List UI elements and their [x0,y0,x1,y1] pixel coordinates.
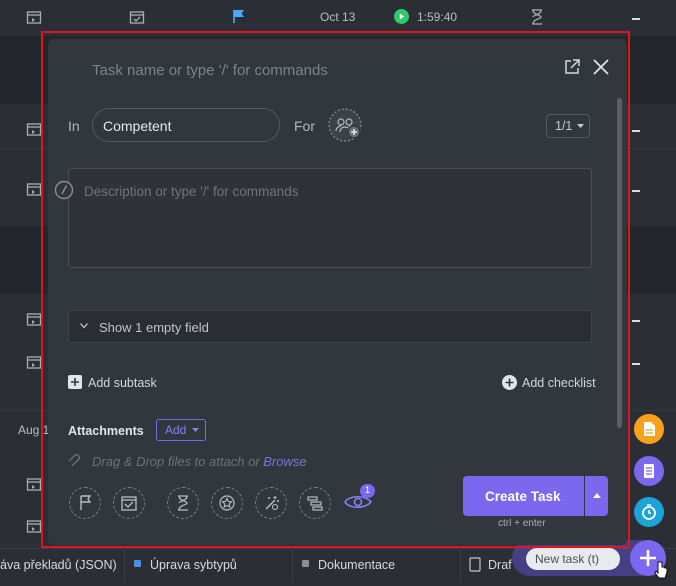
bottom-tab[interactable]: Draf [488,558,512,572]
minus-icon[interactable] [632,363,640,365]
assignee-team-icon[interactable] [328,108,364,142]
watcher-count-badge: 1 [360,484,375,498]
calendar-icon [26,181,42,197]
magic-wand-icon[interactable] [255,487,287,519]
calendar-icon [26,476,42,492]
gantt-icon[interactable] [299,487,331,519]
star-icon[interactable] [211,487,243,519]
play-icon[interactable] [394,9,409,24]
create-task-label: Create Task [485,489,561,504]
chevron-down-icon [577,124,584,129]
close-icon[interactable] [592,58,610,76]
description-field[interactable] [68,168,592,268]
task-count-dropdown[interactable]: 1/1 [546,114,590,138]
tracked-time: 1:59:40 [417,10,458,24]
expand-icon[interactable] [563,58,581,76]
add-checklist-icon[interactable] [502,375,517,390]
show-empty-field-toggle[interactable]: Show 1 empty field [68,310,592,343]
for-label: For [294,118,315,134]
add-attachment-button[interactable]: Add [156,419,206,441]
tab-color-dot [302,560,309,567]
browse-link[interactable]: Browse [263,454,306,469]
note-fab[interactable] [634,456,664,486]
calendar-check-icon [129,9,145,25]
add-subtask-icon[interactable] [68,375,82,389]
calendar-icon [26,311,42,327]
minus-icon[interactable] [632,18,640,20]
chevron-up-icon [593,493,601,498]
tab-color-dot [134,560,141,567]
add-subtask-button[interactable]: Add subtask [88,376,157,390]
timer-fab[interactable] [634,497,664,527]
divider [292,550,293,582]
calendar-icon [26,9,42,25]
minus-icon[interactable] [632,130,640,132]
divider [460,550,461,582]
create-task-button[interactable]: Create Task [463,476,584,516]
modal-scrollbar[interactable] [617,98,622,428]
list-select[interactable]: Competent [92,108,280,142]
time-estimate-hourglass-icon[interactable] [167,487,199,519]
calendar-icon [26,518,42,534]
calendar-icon [26,121,42,137]
description-placeholder: Description or type '/' for commands [84,184,299,199]
divider [124,550,125,582]
due-date: Oct 13 [320,10,356,24]
description-icon [54,180,74,200]
bottom-tab[interactable]: Dokumentace [318,558,395,572]
calendar-icon [26,354,42,370]
attachments-heading: Attachments [68,424,144,438]
due-date-calendar-icon[interactable] [113,487,145,519]
hourglass-icon [530,9,544,25]
new-task-tooltip: New task (t) [526,548,620,570]
in-label: In [68,118,80,134]
chevron-down-icon [80,323,88,329]
cursor-icon [654,560,668,580]
bottom-tab[interactable]: áva překladů (JSON) [0,558,117,572]
watcher-count: 1 [364,485,371,496]
add-checklist-button[interactable]: Add checklist [522,376,596,390]
drop-zone-text: Drag & Drop files to attach or Browse [92,454,307,469]
minus-icon[interactable] [632,320,640,322]
empty-field-label: Show 1 empty field [99,320,209,335]
shortcut-hint: ctrl + enter [498,518,546,529]
date-label: Aug 1 [18,423,50,437]
drop-text: Drag & Drop files to attach or [92,454,264,469]
flag-icon [231,8,247,24]
doc-fab[interactable] [634,414,664,444]
minus-icon[interactable] [632,190,640,192]
priority-flag-icon[interactable] [69,487,101,519]
paperclip-icon [67,452,85,466]
list-value: Competent [103,118,172,134]
ratio-value: 1/1 [555,119,573,133]
task-name-input[interactable]: Task name or type '/' for commands [92,62,492,79]
bottom-tab[interactable]: Úprava sybtypů [150,558,237,572]
chevron-down-icon [192,428,199,433]
tooltip-text: New task (t) [535,552,600,566]
create-task-options-button[interactable] [585,476,608,516]
add-attachment-label: Add [165,423,187,437]
doc-icon [469,557,481,572]
